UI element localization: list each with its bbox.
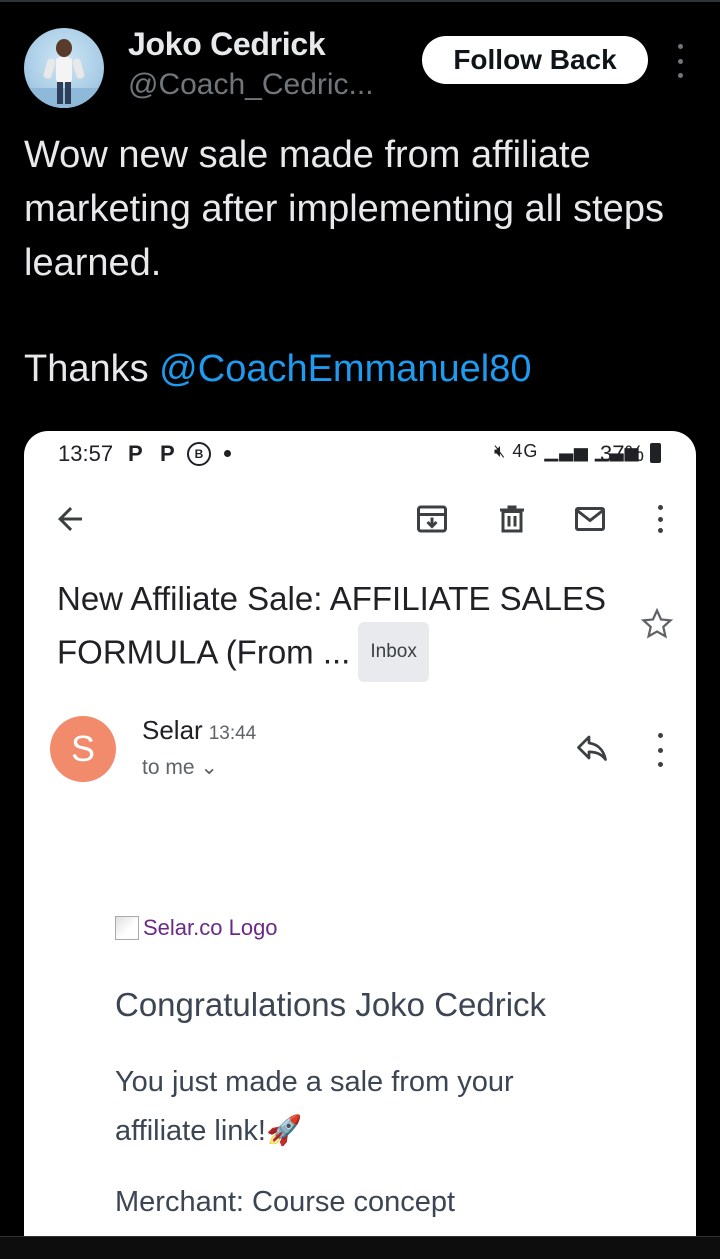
recipient-text: to me	[142, 756, 195, 779]
subject-text: New Affiliate Sale: AFFILIATE SALES FORM…	[57, 580, 607, 671]
broken-image-icon	[115, 916, 139, 940]
tweet-text: Wow new sale made from affiliate marketi…	[24, 134, 664, 284]
chevron-down-icon: ⌄	[200, 756, 218, 779]
notification-b-icon: B	[187, 442, 211, 466]
delete-icon[interactable]	[494, 501, 530, 537]
bottom-divider	[0, 1236, 720, 1259]
selar-logo-broken: Selar.co Logo	[115, 915, 278, 941]
battery-icon	[650, 443, 661, 463]
email-merchant: Merchant: Course concept	[115, 1186, 456, 1218]
author-handle[interactable]: @Coach_Cedric...	[128, 68, 398, 102]
person-photo-icon	[24, 39, 104, 108]
toolbar-more-icon[interactable]	[654, 505, 666, 533]
network-type: 4G	[512, 441, 539, 461]
sender-line: Selar 13:44	[142, 715, 256, 746]
notification-dot-icon	[224, 450, 231, 457]
tweet-thanks-line: Thanks @CoachEmmanuel80	[24, 342, 532, 396]
more-options-icon[interactable]	[670, 44, 690, 78]
reply-icon[interactable]	[574, 731, 610, 767]
recipient-toggle[interactable]: to me ⌄	[142, 755, 218, 780]
email-subject: New Affiliate Sale: AFFILIATE SALES FORM…	[57, 573, 637, 685]
notification-p2-icon: P	[160, 441, 175, 466]
author-avatar[interactable]	[24, 28, 104, 108]
back-arrow-icon[interactable]	[52, 501, 88, 537]
mark-unread-icon[interactable]	[572, 501, 608, 537]
mute-icon: 🔇︎	[494, 441, 507, 461]
sender-name: Selar	[142, 715, 203, 745]
email-toolbar	[24, 491, 696, 547]
sender-avatar[interactable]: S	[50, 716, 116, 782]
author-name[interactable]: Joko Cedrick	[128, 26, 326, 63]
archive-icon[interactable]	[414, 501, 450, 537]
thanks-text: Thanks	[24, 348, 160, 390]
status-time: 13:57	[58, 441, 114, 466]
logo-alt-text: Selar.co Logo	[143, 915, 278, 940]
phone-status-bar: 13:57 P P B 🔇︎ 4G ▁▃▅ ▁▃▅ 37%	[24, 431, 696, 475]
mention-link[interactable]: @CoachEmmanuel80	[159, 348, 531, 390]
top-divider	[0, 0, 720, 2]
message-more-icon[interactable]	[654, 733, 666, 767]
notification-p-icon: P	[128, 441, 143, 466]
inbox-label-chip[interactable]: Inbox	[358, 622, 429, 682]
email-greeting: Congratulations Joko Cedrick	[115, 986, 547, 1023]
sent-time: 13:44	[208, 723, 257, 744]
battery-percent: 37%	[600, 441, 645, 466]
follow-back-button[interactable]: Follow Back	[422, 36, 648, 84]
attached-screenshot[interactable]: 13:57 P P B 🔇︎ 4G ▁▃▅ ▁▃▅ 37% New Affili…	[24, 431, 696, 1236]
email-body: You just made a sale from your affiliate…	[115, 1066, 514, 1147]
star-icon[interactable]	[639, 606, 675, 642]
